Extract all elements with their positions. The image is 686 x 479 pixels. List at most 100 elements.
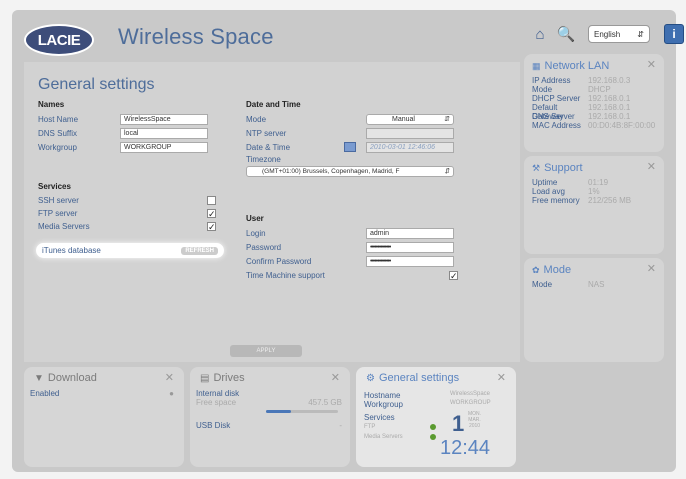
itunes-database-row: iTunes database REFRESH — [36, 243, 224, 258]
select-arrows-icon: ⇵ — [444, 168, 450, 175]
mode-value: Manual — [392, 115, 415, 123]
download-icon: ▼ — [34, 372, 44, 384]
date-time-header: Date and Time — [246, 100, 301, 109]
timezone-value: (GMT+01:00) Brussels, Copenhagen, Madrid… — [262, 167, 400, 175]
network-lan-key: IP Address — [532, 76, 571, 85]
network-lan-value: 192.168.0.1 — [588, 112, 631, 121]
mode-select[interactable]: Manual ⇵ — [366, 113, 454, 125]
close-icon[interactable]: ✕ — [647, 58, 656, 71]
calendar-day: 1 — [452, 411, 465, 436]
network-lan-row: DNS Server 192.168.0.1 — [532, 112, 655, 121]
support-value: 1% — [588, 187, 600, 196]
close-icon[interactable]: ✕ — [647, 160, 656, 173]
apply-button[interactable]: APPLY — [230, 345, 302, 357]
usb-disk-label: USB Disk — [196, 421, 231, 430]
drive-icon: ▤ — [200, 372, 210, 384]
network-lan-title-text: Network LAN — [544, 60, 610, 72]
gs-hostname-value: WirelessSpace — [450, 391, 491, 397]
free-space-value: 457.5 GB — [308, 398, 342, 407]
workgroup-field[interactable]: WORKGROUP — [120, 141, 208, 153]
lock-icon: ● — [169, 389, 174, 398]
login-field[interactable]: admin — [366, 227, 454, 239]
user-section: User Login admin Password ••••••••••••••… — [246, 214, 516, 282]
clock-time: 12:44 — [440, 437, 491, 459]
media-servers-checkbox[interactable]: ✓ — [207, 222, 216, 232]
lacie-logo[interactable]: LACIE — [24, 24, 94, 56]
gs-widget-title: ⚙ General settings — [366, 372, 459, 384]
date-time-label: Date & Time — [246, 142, 291, 152]
network-lan-value: 192.168.0.1 — [588, 94, 631, 103]
close-icon[interactable]: ✕ — [497, 371, 506, 384]
close-icon[interactable]: ✕ — [165, 371, 174, 384]
close-icon[interactable]: ✕ — [331, 371, 340, 384]
search-icon[interactable]: 🔍 — [556, 24, 576, 44]
gs-media-label: Media Servers — [364, 434, 403, 440]
download-status: Enabled — [30, 389, 60, 398]
ftp-status-icon — [430, 424, 436, 430]
info-button[interactable]: i — [664, 24, 684, 44]
mode-title: ✿ Mode — [532, 264, 571, 276]
support-value: 01:19 — [588, 178, 609, 187]
dns-suffix-label: DNS Suffix — [38, 128, 77, 138]
names-section: Names Host Name WirelessSpace DNS Suffix… — [38, 100, 228, 154]
usb-disk-value: - — [339, 421, 342, 430]
mode-key: Mode — [532, 280, 553, 289]
close-icon[interactable]: ✕ — [647, 262, 656, 275]
mode-widget: ✿ Mode ✕ Mode NAS — [524, 258, 664, 362]
support-key: Uptime — [532, 178, 558, 187]
network-lan-key: Default Gateway — [532, 103, 564, 121]
support-key: Free memory — [532, 196, 580, 205]
confirm-password-field[interactable]: •••••••••••••• — [366, 255, 454, 267]
support-title: ⚒ Support — [532, 162, 583, 174]
disk-usage-bar — [266, 410, 338, 413]
ssh-server-label: SSH server — [38, 196, 79, 205]
internal-disk-label: Internal disk — [196, 389, 240, 398]
calendar-icon[interactable] — [344, 142, 356, 152]
gs-workgroup-value: WORKGROUP — [450, 400, 491, 406]
network-lan-key: MAC Address — [532, 121, 581, 130]
language-select[interactable]: English ⇵ — [588, 25, 650, 43]
network-lan-value: DHCP — [588, 85, 611, 94]
support-rows: Uptime 01:19 Load avg 1% Free memory 212/256 … — [532, 178, 631, 205]
mode-value: NAS — [588, 280, 605, 289]
names-header: Names — [38, 100, 65, 109]
gear-icon: ⚙ — [366, 372, 375, 384]
ssh-server-checkbox[interactable] — [207, 196, 216, 205]
home-icon[interactable]: ⌂ — [530, 24, 550, 44]
ftp-server-label: FTP server — [38, 209, 78, 218]
network-icon: ▦ — [532, 60, 541, 71]
support-row: Free memory 212/256 MB — [532, 196, 631, 205]
network-lan-row: Mode DHCP — [532, 85, 655, 94]
time-machine-checkbox[interactable]: ✓ — [449, 270, 458, 280]
network-lan-value: 192.168.0.3 — [588, 76, 631, 85]
support-row: Load avg 1% — [532, 187, 631, 196]
download-widget: ▼ Download ✕ Enabled ● — [24, 367, 184, 467]
mode-icon: ✿ — [532, 264, 540, 275]
timezone-select[interactable]: (GMT+01:00) Brussels, Copenhagen, Madrid… — [246, 165, 454, 177]
network-lan-row: IP Address 192.168.0.3 — [532, 76, 655, 85]
select-arrows-icon: ⇵ — [444, 116, 450, 123]
download-title-text: Download — [47, 372, 97, 384]
network-lan-row: MAC Address 00:D0:4B:8F:00:00 — [532, 121, 655, 130]
workgroup-label: Workgroup — [38, 142, 77, 152]
time-machine-label: Time Machine support — [246, 270, 325, 280]
password-label: Password — [246, 242, 282, 252]
mode-rows: Mode NAS — [532, 280, 604, 289]
media-servers-label: Media Servers — [38, 222, 90, 231]
password-field[interactable]: •••••••••••••• — [366, 241, 454, 253]
host-name-field[interactable]: WirelessSpace — [120, 113, 208, 125]
drives-title: ▤ Drives — [200, 372, 245, 384]
gs-services-label: Services — [364, 413, 395, 422]
ntp-server-field[interactable] — [366, 127, 454, 139]
date-time-field[interactable]: 2010-03-01 12:46:06 — [366, 141, 454, 153]
refresh-button[interactable]: REFRESH — [181, 246, 218, 255]
gs-widget-title-text: General settings — [378, 372, 460, 384]
language-value: English — [594, 29, 621, 39]
gs-hostname-label: Hostname — [364, 391, 401, 400]
date-time-section: Date and Time Mode Manual ⇵ NTP server D… — [246, 100, 516, 178]
network-lan-rows: IP Address 192.168.0.3 Mode DHCP DHCP Server… — [532, 76, 655, 130]
dns-suffix-field[interactable]: local — [120, 127, 208, 139]
support-row: Uptime 01:19 — [532, 178, 631, 187]
ftp-server-checkbox[interactable]: ✓ — [207, 209, 216, 219]
network-lan-row: DHCP Server 192.168.0.1 — [532, 94, 655, 103]
